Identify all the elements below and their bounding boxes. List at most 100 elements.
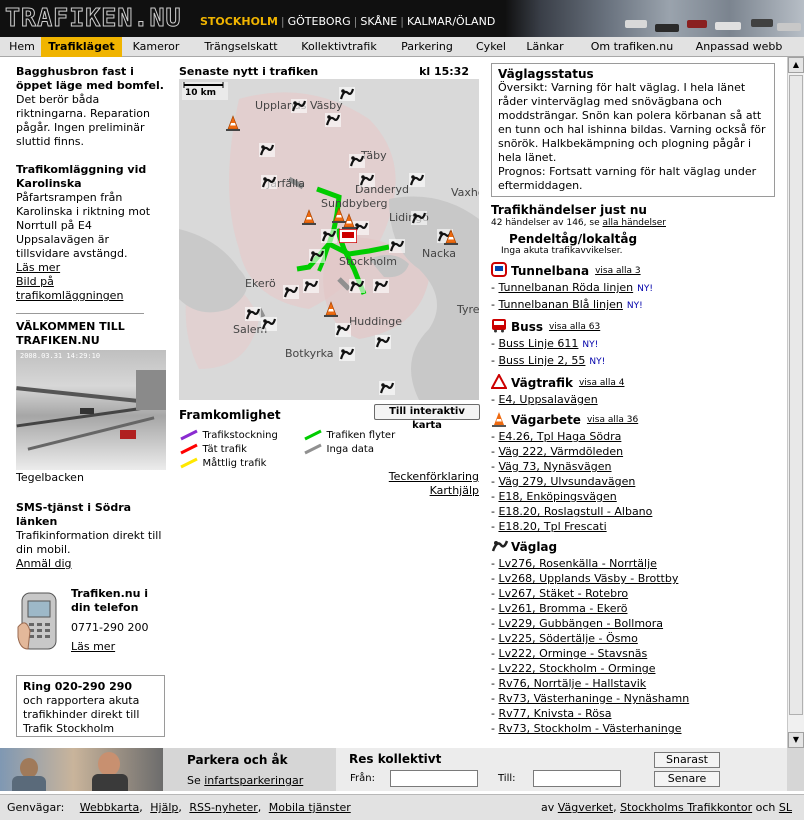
event-link[interactable]: Rv73, Stockholm - Västerhaninge: [498, 722, 681, 735]
sms-signup-link[interactable]: Anmäl dig: [16, 557, 72, 570]
interactive-map-button[interactable]: Till interaktiv karta: [374, 404, 480, 431]
event-link[interactable]: Lv222, Orminge - Stavsnäs: [498, 647, 647, 660]
page-scrollbar[interactable]: ▲ ▼: [787, 57, 804, 748]
slippery-road-marker-icon[interactable]: [349, 279, 365, 293]
slippery-road-marker-icon[interactable]: [303, 279, 319, 293]
detour-image-link[interactable]: Bild på trafikomläggningen: [16, 275, 123, 302]
slippery-road-marker-icon[interactable]: [309, 249, 325, 263]
all-events-link[interactable]: alla händelser: [602, 218, 666, 228]
webcam-image[interactable]: 2008.03.31 14:29:10: [16, 350, 166, 470]
nav-lankar[interactable]: Länkar: [522, 37, 568, 57]
nav-cykel[interactable]: Cykel: [470, 37, 512, 57]
event-link[interactable]: Tunnelbanan Blå linjen: [498, 298, 622, 311]
event-link[interactable]: Lv276, Rosenkälla - Norrtälje: [498, 557, 656, 570]
slippery-road-marker-icon[interactable]: [245, 307, 261, 321]
scroll-down-button[interactable]: ▼: [788, 732, 804, 748]
nav-trafiklaget[interactable]: Trafikläget: [41, 37, 122, 57]
slippery-road-marker-icon[interactable]: [283, 285, 299, 299]
slippery-road-marker-icon[interactable]: [335, 323, 351, 337]
nav-kollektivtrafik[interactable]: Kollektivtrafik: [294, 37, 384, 57]
slippery-road-marker-icon[interactable]: [411, 211, 427, 225]
slippery-road-marker-icon[interactable]: [339, 87, 355, 101]
roadwork-marker-icon[interactable]: [443, 229, 459, 245]
nav-kameror[interactable]: Kameror: [126, 37, 186, 57]
nav-anpassad-webb[interactable]: Anpassad webb: [690, 37, 788, 57]
event-link[interactable]: Buss Linje 2, 55: [498, 354, 585, 367]
event-link[interactable]: E18, Enköpingsvägen: [498, 490, 616, 503]
footer-link-mobila[interactable]: Mobila tjänster: [269, 801, 351, 814]
footer-link-webbkarta[interactable]: Webbkarta: [80, 801, 139, 814]
site-logo[interactable]: TRAFIKEN.NU: [5, 3, 182, 33]
slippery-road-marker-icon[interactable]: [349, 154, 365, 168]
slippery-road-marker-icon[interactable]: [359, 173, 375, 187]
footer-link-hjalp[interactable]: Hjälp: [150, 801, 178, 814]
roadwork-marker-icon[interactable]: [225, 115, 241, 131]
event-link[interactable]: E4, Uppsalavägen: [498, 393, 597, 406]
slippery-road-marker-icon[interactable]: [261, 175, 277, 189]
map-help-link[interactable]: Karthjälp: [430, 484, 479, 497]
soonest-button[interactable]: Snarast: [654, 752, 720, 768]
event-link[interactable]: E18.20, Tpl Frescati: [498, 520, 606, 533]
to-input[interactable]: [533, 770, 621, 787]
slippery-road-marker-icon[interactable]: [375, 335, 391, 349]
show-all-link[interactable]: visa alla 36: [587, 413, 638, 428]
event-link[interactable]: Lv225, Södertälje - Ösmo: [498, 632, 637, 645]
later-button[interactable]: Senare: [654, 771, 720, 787]
slippery-road-marker-icon[interactable]: [339, 347, 355, 361]
nav-trangselskatt[interactable]: Trängselskatt: [196, 37, 286, 57]
event-link[interactable]: Rv73, Västerhaninge - Nynäshamn: [498, 692, 689, 705]
slippery-road-marker-icon[interactable]: [379, 381, 395, 395]
event-link[interactable]: Lv267, Stäket - Rotebro: [498, 587, 628, 600]
event-link[interactable]: Tunnelbanan Röda linjen: [498, 281, 633, 294]
nav-om-trafiken[interactable]: Om trafiken.nu: [584, 37, 680, 57]
show-all-link[interactable]: visa alla 4: [579, 376, 625, 391]
event-link[interactable]: Lv261, Bromma - Ekerö: [498, 602, 627, 615]
city-link-skane[interactable]: SKÅNE: [360, 15, 397, 28]
news-title[interactable]: Bagghusbron fast i öppet läge med bomfel…: [16, 65, 164, 93]
show-all-link[interactable]: visa alla 63: [549, 320, 600, 335]
scroll-up-button[interactable]: ▲: [788, 57, 804, 73]
slippery-road-marker-icon[interactable]: [259, 143, 275, 157]
roadwork-marker-icon[interactable]: [323, 301, 339, 317]
slippery-road-marker-icon[interactable]: [261, 317, 277, 331]
park-ride-link[interactable]: infartsparkeringar: [204, 774, 303, 787]
event-link[interactable]: Lv229, Gubbängen - Bollmora: [498, 617, 663, 630]
news-title[interactable]: Trafikomläggning vid Karolinska: [16, 163, 164, 191]
slippery-road-marker-icon[interactable]: [409, 173, 425, 187]
footer-link-trafikkontor[interactable]: Stockholms Trafikkontor: [620, 801, 752, 814]
event-link[interactable]: E18.20, Roslagstull - Albano: [498, 505, 652, 518]
phone-read-more-link[interactable]: Läs mer: [71, 640, 115, 653]
city-link-goteborg[interactable]: GÖTEBORG: [288, 15, 351, 28]
scroll-thumb[interactable]: [789, 75, 803, 715]
event-link[interactable]: Rv76, Norrtälje - Hallstavik: [498, 677, 646, 690]
event-link[interactable]: Lv268, Upplands Väsby - Brottby: [498, 572, 678, 585]
footer-link-rss[interactable]: RSS-nyheter: [189, 801, 257, 814]
slippery-road-marker-icon[interactable]: [373, 279, 389, 293]
event-link[interactable]: Väg 73, Nynäsvägen: [498, 460, 611, 473]
traffic-map[interactable]: 10 km Upplands Väsby Täby Järfälla Dande…: [179, 79, 479, 400]
city-link-kalmar[interactable]: KALMAR/ÖLAND: [407, 15, 495, 28]
event-link[interactable]: Buss Linje 611: [498, 337, 578, 350]
event-link[interactable]: Rv77, Knivsta - Rösa: [498, 707, 611, 720]
footer-link-sl[interactable]: SL: [779, 801, 792, 814]
event-link[interactable]: E4.26, Tpl Haga Södra: [498, 430, 621, 443]
slippery-road-marker-icon[interactable]: [291, 99, 307, 113]
from-input[interactable]: [390, 770, 478, 787]
slippery-road-marker-icon[interactable]: [325, 113, 341, 127]
city-link-stockholm[interactable]: STOCKHOLM: [200, 15, 278, 28]
event-link[interactable]: Lv222, Stockholm - Orminge: [498, 662, 655, 675]
roadwork-marker-icon[interactable]: [341, 213, 357, 229]
nav-parkering[interactable]: Parkering: [394, 37, 460, 57]
nav-hem[interactable]: Hem: [3, 37, 41, 57]
show-all-link[interactable]: visa alla 3: [595, 264, 641, 279]
footer-link-vagverket[interactable]: Vägverket: [558, 801, 613, 814]
slippery-road-marker-icon[interactable]: [321, 229, 337, 243]
roadwork-marker-icon[interactable]: [301, 209, 317, 225]
read-more-link[interactable]: Läs mer: [16, 261, 60, 274]
legend-explanation-link[interactable]: Teckenförklaring: [389, 470, 479, 483]
slippery-road-marker-icon[interactable]: [389, 239, 405, 253]
bus-marker-icon[interactable]: [338, 228, 358, 244]
event-link[interactable]: Väg 222, Värmdöleden: [498, 445, 623, 458]
event-item: - Väg 279, Ulvsundavägen: [491, 475, 636, 488]
event-link[interactable]: Väg 279, Ulvsundavägen: [498, 475, 635, 488]
